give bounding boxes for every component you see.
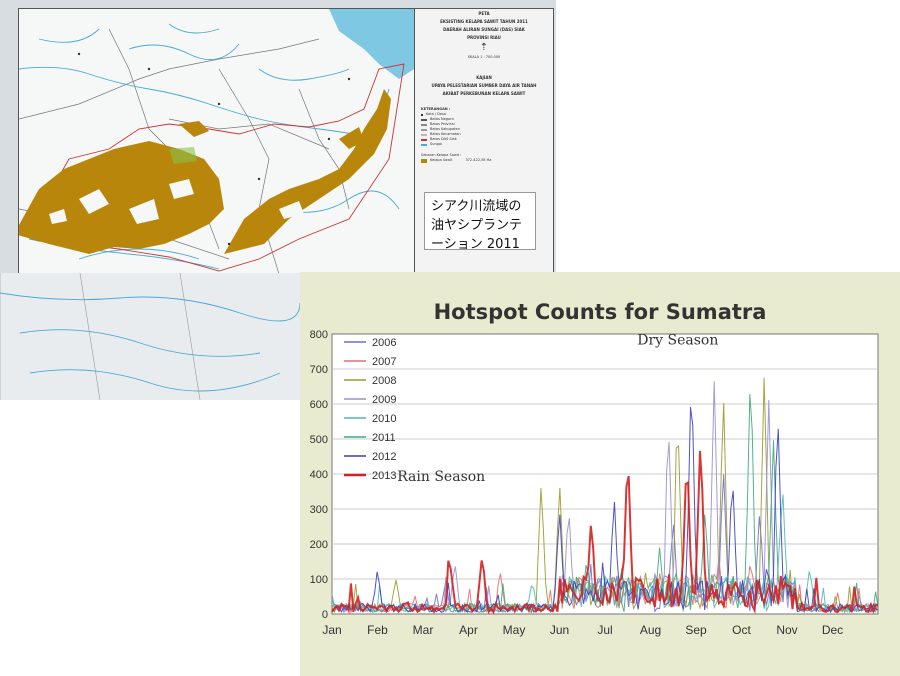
annotation-label: Dry Season: [637, 333, 718, 349]
oil-palm-areas: [19, 89, 391, 254]
legend-label: 2010: [372, 413, 396, 425]
x-tick-label: Jun: [550, 623, 569, 637]
north-arrow-icon: ⇡: [479, 42, 489, 53]
y-tick-label: 400: [310, 469, 328, 481]
y-tick-label: 100: [310, 574, 328, 586]
x-tick-label: Sep: [685, 623, 707, 637]
y-tick-label: 200: [310, 539, 328, 551]
y-tick-label: 0: [322, 609, 328, 621]
map-drawing: [19, 9, 414, 274]
x-tick-label: Apr: [459, 623, 478, 637]
legend-label: 2011: [372, 432, 396, 444]
x-tick-label: Feb: [367, 623, 388, 637]
x-tick-label: Aug: [640, 623, 661, 637]
legend-label: 2006: [372, 337, 396, 349]
study-line: KAJIAN: [476, 75, 492, 80]
y-tick-label: 600: [310, 399, 328, 411]
map-caption: シアク川流域の 油ヤシプランテ ーション 2011: [424, 192, 536, 252]
sea-area: [329, 9, 414, 79]
x-tick-label: Dec: [822, 623, 843, 637]
y-tick-label: 700: [310, 364, 328, 376]
map-frame: [18, 8, 415, 275]
x-tick-label: May: [503, 623, 526, 637]
annotation-label: Rain Season: [397, 469, 485, 485]
y-tick-label: 500: [310, 434, 328, 446]
y-axis-label-stub: [300, 437, 308, 487]
legend-label: 2008: [372, 375, 396, 387]
caption-line: 油ヤシプランテ: [431, 218, 523, 233]
hotspot-chart: 0 100 200 300 400 500 600 700 800 Jan Feb Mar Apr May…: [310, 329, 879, 637]
x-tick-label: Nov: [776, 623, 797, 637]
legend-title-line: PROVINSI RIAU: [467, 35, 501, 40]
legend-label: 2013: [372, 470, 396, 482]
sebaran-item: Kelapa Sawit 372.422,58 Ha: [421, 158, 547, 163]
y-tick-label: 800: [310, 329, 328, 341]
x-tick-label: Jul: [597, 623, 612, 637]
x-tick-label: Jan: [322, 623, 341, 637]
legend-title-line: EKSISTING KELAPA SAWIT TAHUN 2011: [440, 19, 528, 24]
x-tick-label: Oct: [732, 623, 751, 637]
legend-title-line: PETA: [478, 11, 490, 16]
legend-label: 2007: [372, 356, 396, 368]
legend-label: 2012: [372, 451, 396, 463]
legend-label: 2009: [372, 394, 396, 406]
y-tick-label: 300: [310, 504, 328, 516]
legend-title-line: DAERAH ALIRAN SUNGAI (DAS) SIAK: [443, 27, 525, 32]
chart-photo: Hotspot Counts for Sumatra 0 100 200 300 400…: [300, 272, 900, 676]
x-tick-label: Mar: [413, 623, 434, 637]
caption-line: ーション 2011: [431, 237, 520, 252]
green-patches: [169, 147, 197, 164]
study-line: UPAYA PELESTARIAN SUMBER DAYA AIR TANAH: [431, 83, 537, 88]
map-scale: SKALA 1 : 700.000: [467, 55, 501, 59]
caption-line: シアク川流域の: [431, 199, 522, 214]
